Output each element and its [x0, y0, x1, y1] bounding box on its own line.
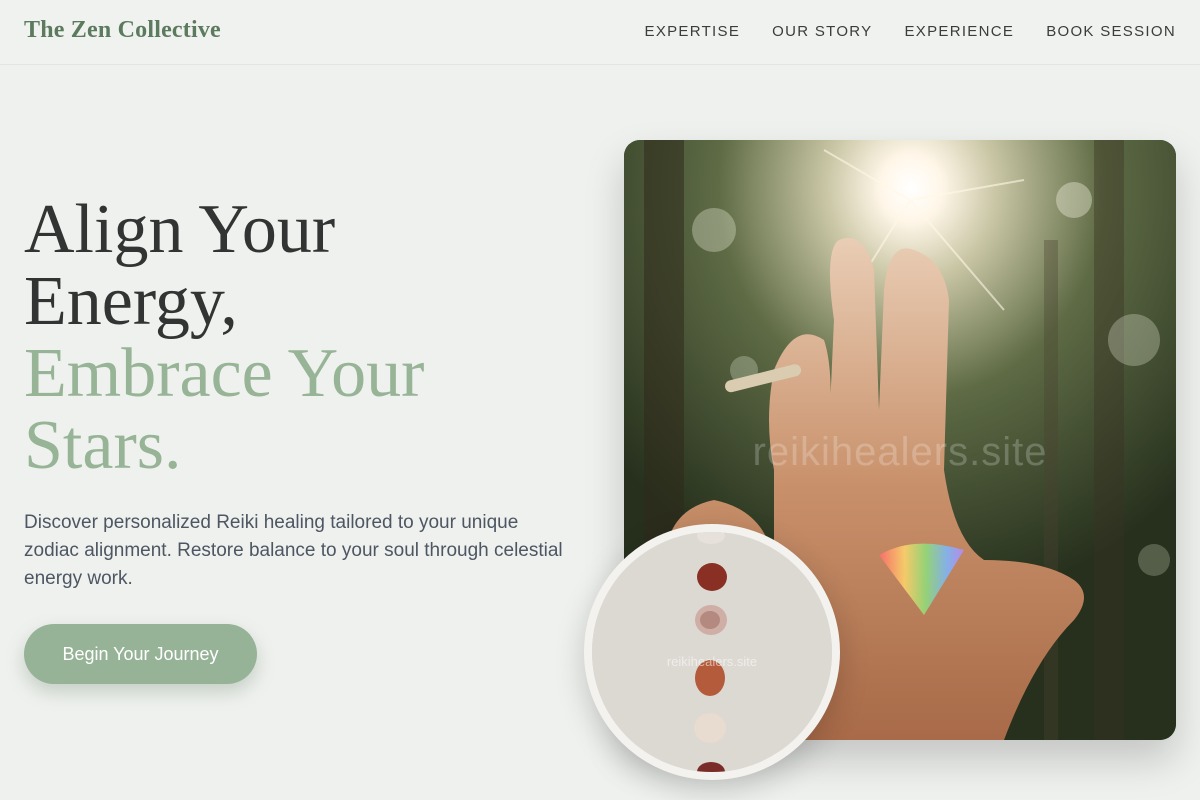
hero-headline: Align Your Energy, Embrace Your Stars. [24, 194, 584, 482]
crystals-inset-frame: reikihealers.site [584, 524, 840, 780]
site-header: The Zen Collective EXPERTISE OUR STORY E… [0, 0, 1200, 65]
main-nav: EXPERTISE OUR STORY EXPERIENCE BOOK SESS… [645, 23, 1176, 40]
begin-journey-button[interactable]: Begin Your Journey [24, 624, 257, 684]
crystal-stones-illustration [592, 532, 832, 772]
headline-line-2: Energy, [24, 263, 238, 340]
nav-our-story[interactable]: OUR STORY [772, 23, 872, 40]
headline-line-1: Align Your [24, 191, 336, 268]
inset-watermark: reikihealers.site [666, 654, 758, 669]
crystals-inset-photo: reikihealers.site [592, 532, 832, 772]
nav-experience[interactable]: EXPERIENCE [904, 23, 1014, 40]
hero-description: Discover personalized Reiki healing tail… [24, 512, 563, 589]
nav-book-session[interactable]: BOOK SESSION [1046, 23, 1176, 40]
brand-logo[interactable]: The Zen Collective [24, 17, 221, 44]
photo-watermark: reikihealers.site [752, 430, 1048, 474]
headline-line-3: Embrace Your [24, 335, 425, 412]
headline-line-4: Stars. [24, 407, 182, 484]
nav-expertise[interactable]: EXPERTISE [645, 23, 741, 40]
